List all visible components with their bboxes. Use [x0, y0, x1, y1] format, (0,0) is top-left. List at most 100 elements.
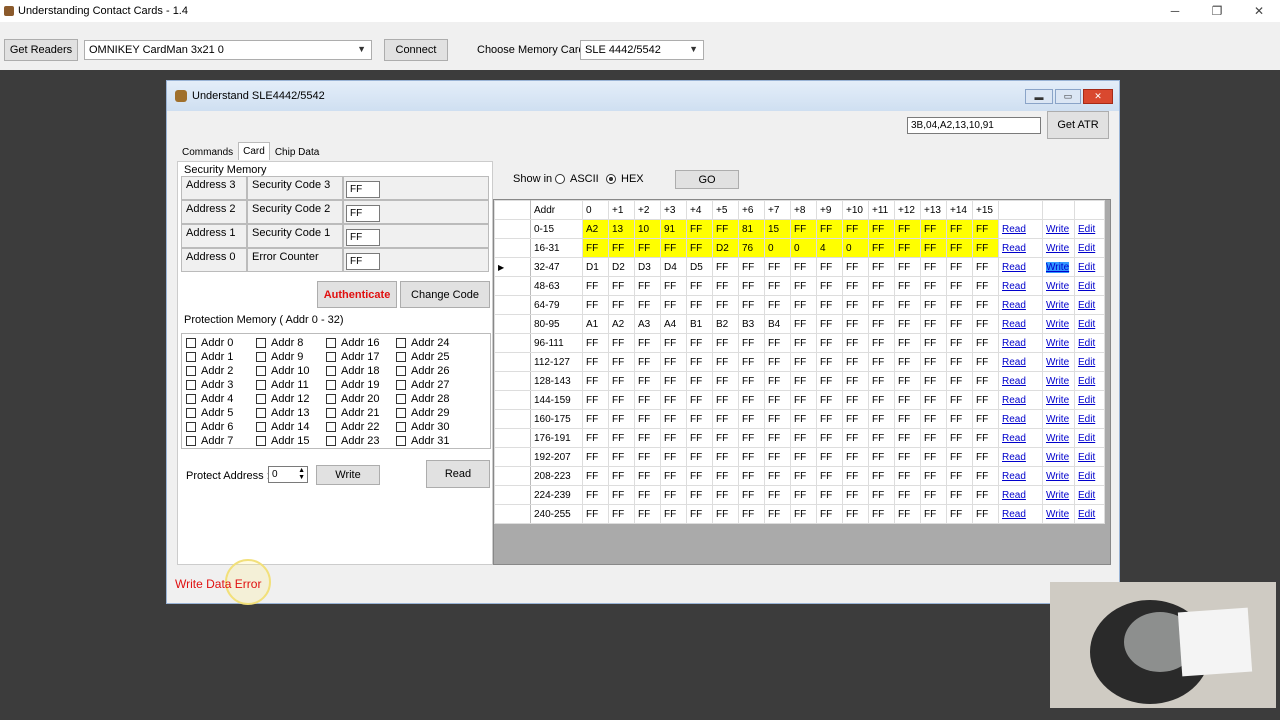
row-selector[interactable] [494, 485, 531, 505]
edit-link-text[interactable]: Edit [1078, 300, 1095, 311]
protect-addr-28-checkbox[interactable]: Addr 28 [396, 392, 450, 406]
write-link-text[interactable]: Write [1046, 490, 1069, 501]
read-link-text[interactable]: Read [1002, 452, 1026, 463]
write-link[interactable]: Write [1042, 276, 1075, 296]
read-link-text[interactable]: Read [1002, 357, 1026, 368]
edit-link[interactable]: Edit [1074, 276, 1105, 296]
row-selector[interactable] [494, 295, 531, 315]
row-selector[interactable] [494, 447, 531, 467]
connect-button[interactable]: Connect [384, 39, 448, 61]
edit-link-text[interactable]: Edit [1078, 509, 1095, 520]
edit-link-text[interactable]: Edit [1078, 395, 1095, 406]
write-link[interactable]: Write [1042, 257, 1075, 277]
row-selector[interactable] [494, 333, 531, 353]
read-link-text[interactable]: Read [1002, 338, 1026, 349]
minimize-icon[interactable]: ─ [1154, 0, 1196, 22]
row-selector[interactable] [494, 276, 531, 296]
write-link[interactable]: Write [1042, 295, 1075, 315]
read-link[interactable]: Read [998, 276, 1043, 296]
read-link-text[interactable]: Read [1002, 395, 1026, 406]
edit-link[interactable]: Edit [1074, 238, 1105, 258]
write-link-text[interactable]: Write [1046, 452, 1069, 463]
read-link[interactable]: Read [998, 504, 1043, 524]
read-link[interactable]: Read [998, 257, 1043, 277]
write-link-text[interactable]: Write [1046, 395, 1069, 406]
hex-radio[interactable]: HEX [606, 172, 644, 186]
edit-link[interactable]: Edit [1074, 447, 1105, 467]
write-link[interactable]: Write [1042, 371, 1075, 391]
protect-addr-5-checkbox[interactable]: Addr 5 [186, 406, 233, 420]
protect-addr-0-checkbox[interactable]: Addr 0 [186, 336, 233, 350]
read-link-text[interactable]: Read [1002, 281, 1026, 292]
write-link-text[interactable]: Write [1046, 509, 1069, 520]
edit-link-text[interactable]: Edit [1078, 357, 1095, 368]
edit-link[interactable]: Edit [1074, 257, 1105, 277]
security-code-field[interactable]: FF [346, 181, 380, 198]
get-readers-button[interactable]: Get Readers [4, 39, 78, 61]
protect-addr-1-checkbox[interactable]: Addr 1 [186, 350, 233, 364]
write-link[interactable]: Write [1042, 219, 1075, 239]
read-link[interactable]: Read [998, 447, 1043, 467]
protect-addr-10-checkbox[interactable]: Addr 10 [256, 364, 310, 378]
read-link-text[interactable]: Read [1002, 490, 1026, 501]
read-link[interactable]: Read [998, 295, 1043, 315]
edit-link[interactable]: Edit [1074, 466, 1105, 486]
close-icon[interactable]: ✕ [1238, 0, 1280, 22]
row-selector[interactable] [494, 352, 531, 372]
protect-addr-8-checkbox[interactable]: Addr 8 [256, 336, 303, 350]
protect-addr-2-checkbox[interactable]: Addr 2 [186, 364, 233, 378]
atr-field[interactable]: 3B,04,A2,13,10,91 [907, 117, 1041, 134]
protect-addr-11-checkbox[interactable]: Addr 11 [256, 378, 309, 392]
read-link[interactable]: Read [998, 314, 1043, 334]
write-link[interactable]: Write [1042, 428, 1075, 448]
minimize-icon[interactable]: ▬ [1025, 89, 1053, 104]
reader-select[interactable]: OMNIKEY CardMan 3x21 0 ▼ [84, 40, 372, 60]
security-code-field[interactable]: FF [346, 229, 380, 246]
protect-addr-16-checkbox[interactable]: Addr 16 [326, 336, 380, 350]
edit-link-text[interactable]: Edit [1078, 414, 1095, 425]
read-link-text[interactable]: Read [1002, 262, 1026, 273]
row-selector[interactable] [494, 371, 531, 391]
maximize-icon[interactable]: ❐ [1196, 0, 1238, 22]
protect-read-button[interactable]: Read [426, 460, 490, 488]
protect-addr-23-checkbox[interactable]: Addr 23 [326, 434, 380, 448]
read-link[interactable]: Read [998, 352, 1043, 372]
write-link-text[interactable]: Write [1046, 281, 1069, 292]
stepper-arrows-icon[interactable]: ▲ ▼ [298, 467, 305, 481]
ascii-radio[interactable]: ASCII [555, 172, 599, 186]
write-link[interactable]: Write [1042, 314, 1075, 334]
write-link-text[interactable]: Write [1046, 243, 1069, 254]
protect-addr-22-checkbox[interactable]: Addr 22 [326, 420, 380, 434]
edit-link[interactable]: Edit [1074, 485, 1105, 505]
edit-link[interactable]: Edit [1074, 295, 1105, 315]
read-link-text[interactable]: Read [1002, 376, 1026, 387]
edit-link-text[interactable]: Edit [1078, 224, 1095, 235]
row-selector[interactable] [494, 504, 531, 524]
edit-link-text[interactable]: Edit [1078, 376, 1095, 387]
write-link[interactable]: Write [1042, 333, 1075, 353]
edit-link[interactable]: Edit [1074, 428, 1105, 448]
row-selector[interactable] [494, 466, 531, 486]
write-link-text[interactable]: Write [1046, 319, 1069, 330]
row-selector[interactable] [494, 390, 531, 410]
write-link[interactable]: Write [1042, 447, 1075, 467]
edit-link[interactable]: Edit [1074, 314, 1105, 334]
protect-addr-13-checkbox[interactable]: Addr 13 [256, 406, 310, 420]
edit-link-text[interactable]: Edit [1078, 433, 1095, 444]
write-link[interactable]: Write [1042, 485, 1075, 505]
row-selector[interactable] [494, 238, 531, 258]
protect-addr-15-checkbox[interactable]: Addr 15 [256, 434, 310, 448]
security-code-field[interactable]: FF [346, 205, 380, 222]
read-link[interactable]: Read [998, 466, 1043, 486]
read-link[interactable]: Read [998, 238, 1043, 258]
row-selector[interactable] [494, 314, 531, 334]
protect-addr-19-checkbox[interactable]: Addr 19 [326, 378, 380, 392]
protect-addr-25-checkbox[interactable]: Addr 25 [396, 350, 450, 364]
protect-addr-6-checkbox[interactable]: Addr 6 [186, 420, 233, 434]
close-icon[interactable]: ✕ [1083, 89, 1113, 104]
write-link[interactable]: Write [1042, 238, 1075, 258]
protect-addr-17-checkbox[interactable]: Addr 17 [326, 350, 380, 364]
write-link-text[interactable]: Write [1046, 471, 1069, 482]
write-link-text[interactable]: Write [1046, 338, 1069, 349]
read-link-text[interactable]: Read [1002, 433, 1026, 444]
